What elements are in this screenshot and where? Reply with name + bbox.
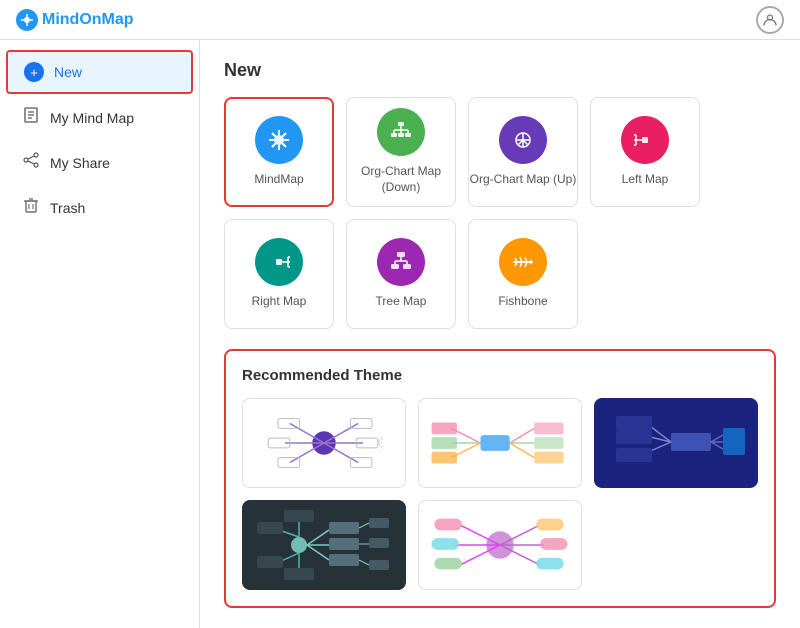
org-chart-down-label: Org-Chart Map(Down) — [361, 164, 441, 195]
sidebar-item-my-mind-map[interactable]: My Mind Map — [6, 96, 193, 139]
plus-icon: + — [24, 62, 44, 82]
app-header: MindOnMap — [0, 0, 800, 40]
map-type-org-chart-up[interactable]: Org-Chart Map (Up) — [468, 97, 578, 207]
theme-item-5[interactable] — [418, 500, 582, 590]
right-map-icon — [255, 238, 303, 286]
mindmap-label: MindMap — [254, 172, 303, 188]
theme-item-1[interactable] — [242, 398, 406, 488]
org-chart-up-label: Org-Chart Map (Up) — [470, 172, 577, 188]
trash-icon — [22, 196, 40, 219]
map-type-mindmap[interactable]: MindMap — [224, 97, 334, 207]
theme-item-2[interactable] — [418, 398, 582, 488]
sidebar-item-my-share[interactable]: My Share — [6, 141, 193, 184]
recommended-theme-section: Recommended Theme — [224, 349, 776, 608]
sidebar-item-trash[interactable]: Trash — [6, 186, 193, 229]
sidebar-item-new[interactable]: + New — [6, 50, 193, 94]
map-type-grid: MindMap Org-C — [224, 97, 776, 329]
right-map-label: Right Map — [252, 294, 307, 310]
theme-grid — [242, 398, 758, 590]
file-icon — [22, 106, 40, 129]
mindmap-icon — [255, 116, 303, 164]
sidebar-item-mymindmap-label: My Mind Map — [50, 110, 134, 126]
profile-icon[interactable] — [756, 6, 784, 34]
map-type-left-map[interactable]: Left Map — [590, 97, 700, 207]
app-logo: MindOnMap — [16, 9, 134, 31]
logo-icon — [16, 9, 38, 31]
theme-item-4[interactable] — [242, 500, 406, 590]
section-title-new: New — [224, 60, 776, 81]
theme-item-3[interactable] — [594, 398, 758, 488]
map-type-org-chart-down[interactable]: Org-Chart Map(Down) — [346, 97, 456, 207]
map-type-right-map[interactable]: Right Map — [224, 219, 334, 329]
share-icon — [22, 151, 40, 174]
content-area: New MindM — [200, 40, 800, 628]
tree-map-icon — [377, 238, 425, 286]
sidebar-item-trash-label: Trash — [50, 200, 85, 216]
sidebar-item-new-label: New — [54, 64, 82, 80]
recommended-title: Recommended Theme — [242, 367, 758, 384]
tree-map-label: Tree Map — [376, 294, 427, 310]
sidebar: + New My Mind Map — [0, 40, 200, 628]
map-type-fishbone[interactable]: Fishbone — [468, 219, 578, 329]
main-layout: + New My Mind Map — [0, 40, 800, 628]
fishbone-icon — [499, 238, 547, 286]
org-chart-down-icon — [377, 108, 425, 156]
sidebar-item-myshare-label: My Share — [50, 155, 110, 171]
map-type-tree-map[interactable]: Tree Map — [346, 219, 456, 329]
org-chart-up-icon — [499, 116, 547, 164]
left-map-label: Left Map — [622, 172, 669, 188]
fishbone-label: Fishbone — [498, 294, 547, 310]
left-map-icon — [621, 116, 669, 164]
